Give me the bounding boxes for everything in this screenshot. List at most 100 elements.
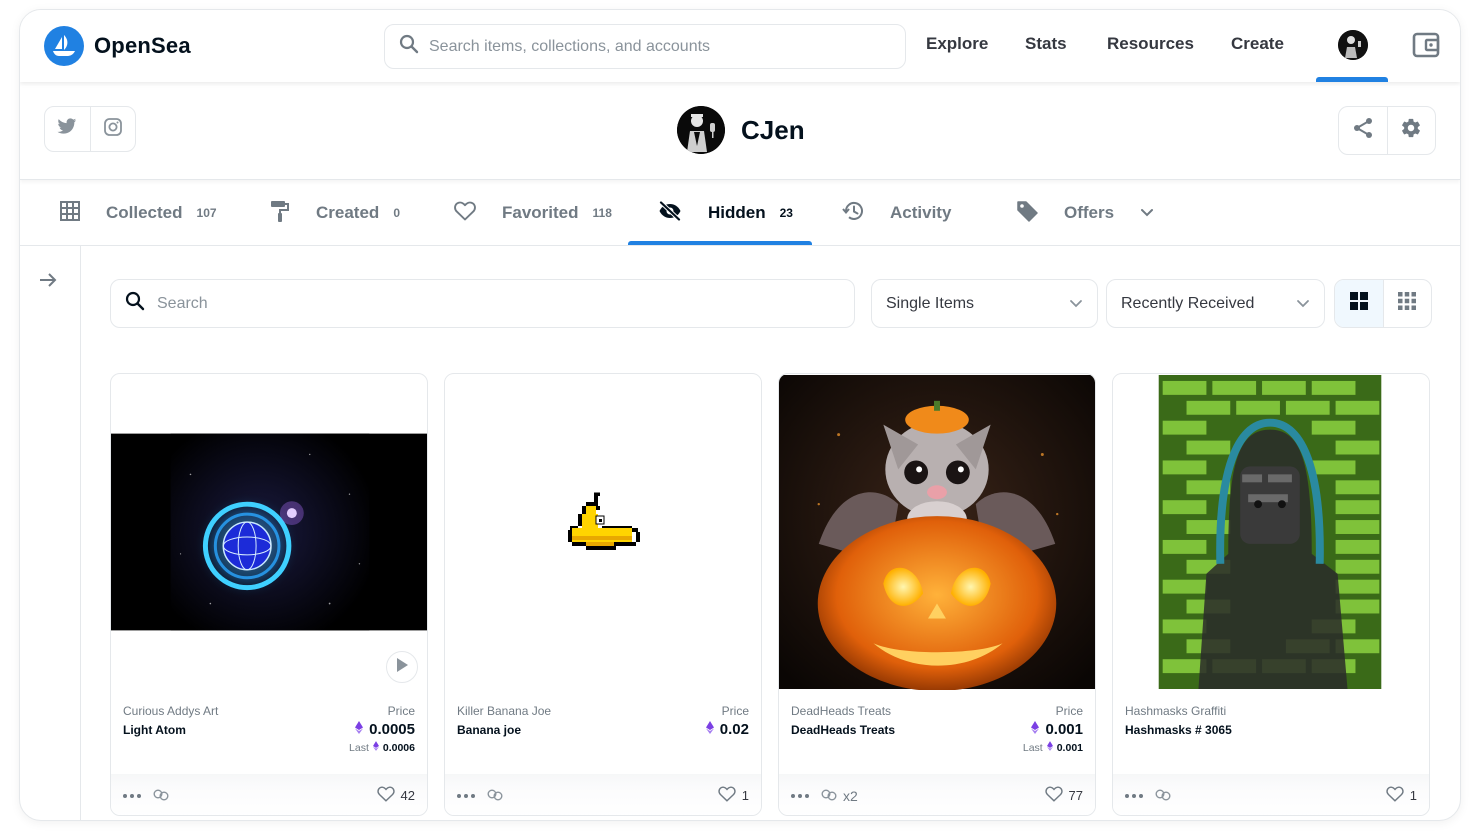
app-window: OpenSea Explore Stats Resources Create (19, 9, 1461, 821)
global-search[interactable] (384, 24, 906, 69)
small-grid-button[interactable] (1382, 280, 1432, 327)
tab-label: Favorited (502, 203, 579, 222)
tab-hidden[interactable]: Hidden 23 (658, 180, 793, 246)
price-block: Price 0.001 Last 0.001 (1023, 704, 1083, 754)
tab-count: 0 (393, 206, 400, 220)
gear-icon (1400, 117, 1422, 144)
settings-button[interactable] (1386, 107, 1436, 154)
item-name: Hashmasks # 3065 (1125, 723, 1232, 737)
tag-icon (1016, 200, 1038, 227)
eth-icon (355, 721, 364, 738)
profile-username: CJen (741, 114, 805, 145)
tab-activity[interactable]: Activity (842, 180, 951, 246)
share-button[interactable] (1339, 107, 1387, 154)
link-icon[interactable] (153, 788, 169, 804)
last-price: Last 0.001 (1022, 741, 1083, 754)
social-links (44, 106, 136, 152)
nft-image[interactable] (1113, 374, 1429, 690)
brand-name: OpenSea (94, 33, 191, 58)
twitter-button[interactable] (45, 107, 90, 151)
tab-label: Activity (890, 203, 952, 222)
tab-offers[interactable]: Offers (1016, 180, 1154, 246)
opensea-logo[interactable]: OpenSea (44, 26, 191, 66)
tab-favorited[interactable]: Favorited 118 (454, 180, 612, 246)
nft-card[interactable]: Hashmasks Graffiti Hashmasks # 3065 1 (1112, 373, 1430, 816)
item-type-select[interactable]: Single Items (871, 279, 1098, 328)
tab-label: Hidden (708, 203, 766, 222)
select-value: Recently Received (1121, 294, 1255, 312)
favorite-button[interactable]: 77 (1044, 786, 1083, 805)
heart-icon (376, 786, 395, 805)
twitter-icon (57, 118, 77, 140)
global-search-input[interactable] (429, 37, 869, 56)
nav-resources[interactable]: Resources (1107, 34, 1194, 54)
profile-identity: CJen (677, 106, 805, 154)
tab-label: Offers (1064, 203, 1115, 222)
nft-image[interactable] (779, 374, 1095, 690)
price-label: Price (387, 704, 415, 718)
play-icon (396, 657, 408, 677)
filter-sidebar (20, 246, 81, 820)
eth-icon (1046, 741, 1053, 754)
favorite-count: 1 (741, 788, 749, 803)
items-search[interactable] (110, 279, 855, 328)
collection-name[interactable]: Hashmasks Graffiti (1125, 704, 1417, 718)
link-icon[interactable] (1155, 788, 1171, 804)
price-value: 0.0005 (349, 721, 415, 738)
favorite-button[interactable]: 42 (376, 786, 415, 805)
heart-icon (454, 201, 476, 226)
items-search-input[interactable] (157, 294, 837, 313)
arrow-right-icon (38, 273, 58, 294)
price-block: Price 0.0005 Last 0.0006 (349, 704, 415, 754)
favorite-count: 1 (1409, 788, 1417, 803)
sort-select[interactable]: Recently Received (1106, 279, 1325, 328)
more-options-icon[interactable] (123, 793, 141, 798)
select-value: Single Items (886, 294, 975, 312)
nft-card[interactable]: Curious Addys Art Light Atom Price 0.000… (110, 373, 428, 816)
paint-roller-icon (270, 200, 290, 227)
chevron-down-icon (1140, 204, 1154, 222)
eth-icon (372, 741, 379, 754)
last-price: Last 0.0006 (349, 741, 415, 754)
search-icon (399, 34, 419, 59)
nav-create[interactable]: Create (1231, 34, 1284, 54)
price-value: 0.001 (1023, 721, 1083, 738)
favorite-count: 77 (1068, 788, 1083, 803)
link-icon[interactable] (487, 788, 503, 804)
nft-image[interactable] (111, 374, 427, 690)
search-icon (125, 291, 145, 316)
link-icon[interactable] (821, 788, 837, 804)
favorite-button[interactable]: 1 (718, 786, 749, 805)
chevron-down-icon (1069, 295, 1083, 313)
tab-created[interactable]: Created 0 (270, 180, 400, 246)
large-grid-button[interactable] (1335, 280, 1383, 327)
more-options-icon[interactable] (791, 793, 809, 798)
profile-actions (1338, 106, 1436, 155)
more-options-icon[interactable] (1125, 793, 1143, 798)
nft-card-footer: 1 (1113, 774, 1429, 815)
chevron-down-icon (1296, 295, 1310, 313)
profile-avatar-button[interactable] (1338, 30, 1368, 60)
favorite-button[interactable]: 1 (1386, 786, 1417, 805)
nft-card[interactable]: Killer Banana Joe Banana joe Price 0.02 … (444, 373, 762, 816)
profile-avatar[interactable] (677, 106, 725, 154)
nav-stats[interactable]: Stats (1025, 34, 1067, 54)
eye-off-icon (658, 200, 682, 226)
tab-collected[interactable]: Collected 107 (60, 180, 217, 246)
top-nav: OpenSea Explore Stats Resources Create (20, 10, 1460, 82)
nft-card-footer: 1 (445, 774, 761, 815)
profile-tabs: Collected 107 Created 0 Favorited 118 Hi… (20, 180, 1460, 246)
play-media-button[interactable] (386, 651, 418, 683)
eth-icon (705, 721, 714, 738)
nft-card-info: Hashmasks Graffiti Hashmasks # 3065 (1113, 690, 1429, 774)
grid-size-toggle (1334, 279, 1432, 328)
wallet-icon[interactable] (1412, 32, 1440, 63)
instagram-button[interactable] (89, 107, 136, 151)
nft-card[interactable]: DeadHeads Treats DeadHeads Treats Price … (778, 373, 1096, 816)
expand-filters-button[interactable] (38, 270, 58, 295)
nav-explore[interactable]: Explore (926, 34, 988, 54)
nft-image[interactable] (445, 374, 761, 690)
more-options-icon[interactable] (457, 793, 475, 798)
favorite-count: 42 (400, 788, 415, 803)
nft-card-info: Killer Banana Joe Banana joe Price 0.02 (445, 690, 761, 774)
